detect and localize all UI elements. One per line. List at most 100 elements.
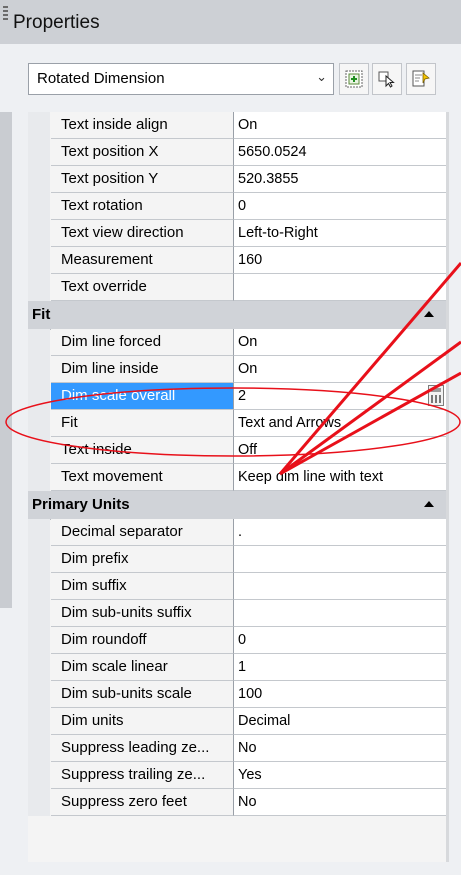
property-name-cell[interactable]: Dim units [51, 708, 234, 735]
property-value-cell[interactable]: 2 [234, 383, 448, 410]
property-name-cell[interactable]: Text inside [51, 437, 234, 464]
property-value-cell[interactable]: 160 [234, 247, 448, 274]
property-name-cell[interactable]: Dim line inside [51, 356, 234, 383]
property-name-cell[interactable]: Fit [51, 410, 234, 437]
property-row[interactable]: Dim line forced On [28, 329, 448, 356]
property-value-cell[interactable] [234, 573, 448, 600]
row-gutter [28, 573, 50, 600]
property-row[interactable]: Suppress zero feet No [28, 789, 448, 816]
property-row[interactable]: Text view direction Left-to-Right [28, 220, 448, 247]
property-value: No [238, 740, 257, 756]
property-value-cell[interactable]: 520.3855 [234, 166, 448, 193]
property-grid: Text inside align On Text position X 5650.0… [28, 112, 448, 862]
property-value-cell[interactable]: 0 [234, 627, 448, 654]
property-name-cell[interactable]: Text override [51, 274, 234, 301]
property-row[interactable]: Dim roundoff 0 [28, 627, 448, 654]
property-name-cell[interactable]: Decimal separator [51, 519, 234, 546]
property-row[interactable]: Dim suffix [28, 573, 448, 600]
property-row[interactable]: Dim scale linear 1 [28, 654, 448, 681]
property-name-cell[interactable]: Dim prefix [51, 546, 234, 573]
property-row[interactable]: Dim sub-units scale 100 [28, 681, 448, 708]
property-row[interactable]: Text rotation 0 [28, 193, 448, 220]
property-value-cell[interactable]: Left-to-Right [234, 220, 448, 247]
row-gutter [28, 464, 50, 491]
property-value-cell[interactable]: Text and Arrows [234, 410, 448, 437]
property-value-cell[interactable] [234, 274, 448, 301]
property-row[interactable]: Dim scale overall 2 [28, 383, 448, 410]
calculator-icon[interactable] [428, 385, 444, 406]
section-fit[interactable]: Fit [28, 301, 448, 330]
toggle-pickadd-button[interactable] [339, 63, 369, 95]
property-row[interactable]: Text inside align On [28, 112, 448, 139]
property-row[interactable]: Suppress leading ze... No [28, 735, 448, 762]
property-value: On [238, 117, 258, 133]
property-name-cell[interactable]: Text movement [51, 464, 234, 491]
property-name-cell[interactable]: Suppress trailing ze... [51, 762, 234, 789]
property-name-cell[interactable]: Dim roundoff [51, 627, 234, 654]
property-value: 0 [238, 632, 247, 648]
property-row[interactable]: Text override [28, 274, 448, 301]
property-value-cell[interactable]: On [234, 112, 448, 139]
quick-select-button[interactable] [406, 63, 436, 95]
property-scrollbar[interactable] [446, 112, 449, 862]
property-value-cell[interactable]: On [234, 329, 448, 356]
collapse-triangle-icon[interactable] [424, 311, 434, 317]
section-primary-units[interactable]: Primary Units [28, 491, 448, 520]
property-name: Dim line inside [61, 360, 159, 377]
property-name-cell[interactable]: Dim sub-units suffix [51, 600, 234, 627]
property-name-cell[interactable]: Dim scale overall [51, 383, 234, 410]
property-value-cell[interactable]: 100 [234, 681, 448, 708]
property-row[interactable]: Text inside Off [28, 437, 448, 464]
property-row[interactable]: Dim prefix [28, 546, 448, 573]
property-value-cell[interactable]: Off [234, 437, 448, 464]
property-value-cell[interactable]: . [234, 519, 448, 546]
property-row[interactable]: Suppress trailing ze... Yes [28, 762, 448, 789]
property-row[interactable]: Text position Y 520.3855 [28, 166, 448, 193]
property-row[interactable]: Measurement 160 [28, 247, 448, 274]
property-value-cell[interactable] [234, 546, 448, 573]
property-value-cell[interactable]: Keep dim line with text [234, 464, 448, 491]
property-name-cell[interactable]: Text rotation [51, 193, 234, 220]
row-gutter [28, 762, 50, 789]
property-name-cell[interactable]: Text position Y [51, 166, 234, 193]
collapse-triangle-icon[interactable] [424, 501, 434, 507]
property-row[interactable]: Text position X 5650.0524 [28, 139, 448, 166]
row-gutter [28, 789, 50, 816]
property-value: 2 [238, 388, 247, 404]
row-gutter [28, 383, 50, 410]
property-name: Suppress leading ze... [61, 739, 210, 756]
property-name: Dim roundoff [61, 631, 147, 648]
property-name-cell[interactable]: Text position X [51, 139, 234, 166]
property-value-cell[interactable]: No [234, 735, 448, 762]
property-name-cell[interactable]: Dim scale linear [51, 654, 234, 681]
property-name-cell[interactable]: Text inside align [51, 112, 234, 139]
property-value-cell[interactable] [234, 600, 448, 627]
property-name-cell[interactable]: Dim sub-units scale [51, 681, 234, 708]
property-name-cell[interactable]: Text view direction [51, 220, 234, 247]
object-type-dropdown[interactable]: Rotated Dimension ⌄ [28, 63, 334, 95]
property-name: Text position Y [61, 170, 159, 187]
property-name: Dim prefix [61, 550, 129, 567]
property-row[interactable]: Decimal separator. [28, 519, 448, 546]
property-name-cell[interactable]: Measurement [51, 247, 234, 274]
property-name-cell[interactable]: Dim line forced [51, 329, 234, 356]
property-value-cell[interactable]: 1 [234, 654, 448, 681]
property-value-cell[interactable]: No [234, 789, 448, 816]
property-name-cell[interactable]: Suppress leading ze... [51, 735, 234, 762]
property-name-cell[interactable]: Suppress zero feet [51, 789, 234, 816]
property-value-cell[interactable]: Yes [234, 762, 448, 789]
palette-titlebar[interactable]: Properties [0, 0, 461, 44]
property-row[interactable]: Dim sub-units suffix [28, 600, 448, 627]
property-value-cell[interactable]: 5650.0524 [234, 139, 448, 166]
property-value-cell[interactable]: 0 [234, 193, 448, 220]
select-objects-button[interactable] [372, 63, 402, 95]
property-row[interactable]: Fit Text and Arrows [28, 410, 448, 437]
pickadd-icon [345, 70, 363, 88]
drag-grip[interactable] [3, 6, 8, 20]
property-row[interactable]: Dim line inside On [28, 356, 448, 383]
property-value-cell[interactable]: On [234, 356, 448, 383]
property-row[interactable]: Text movement Keep dim line with text [28, 464, 448, 491]
property-value-cell[interactable]: Decimal [234, 708, 448, 735]
property-name-cell[interactable]: Dim suffix [51, 573, 234, 600]
property-row[interactable]: Dim units Decimal [28, 708, 448, 735]
